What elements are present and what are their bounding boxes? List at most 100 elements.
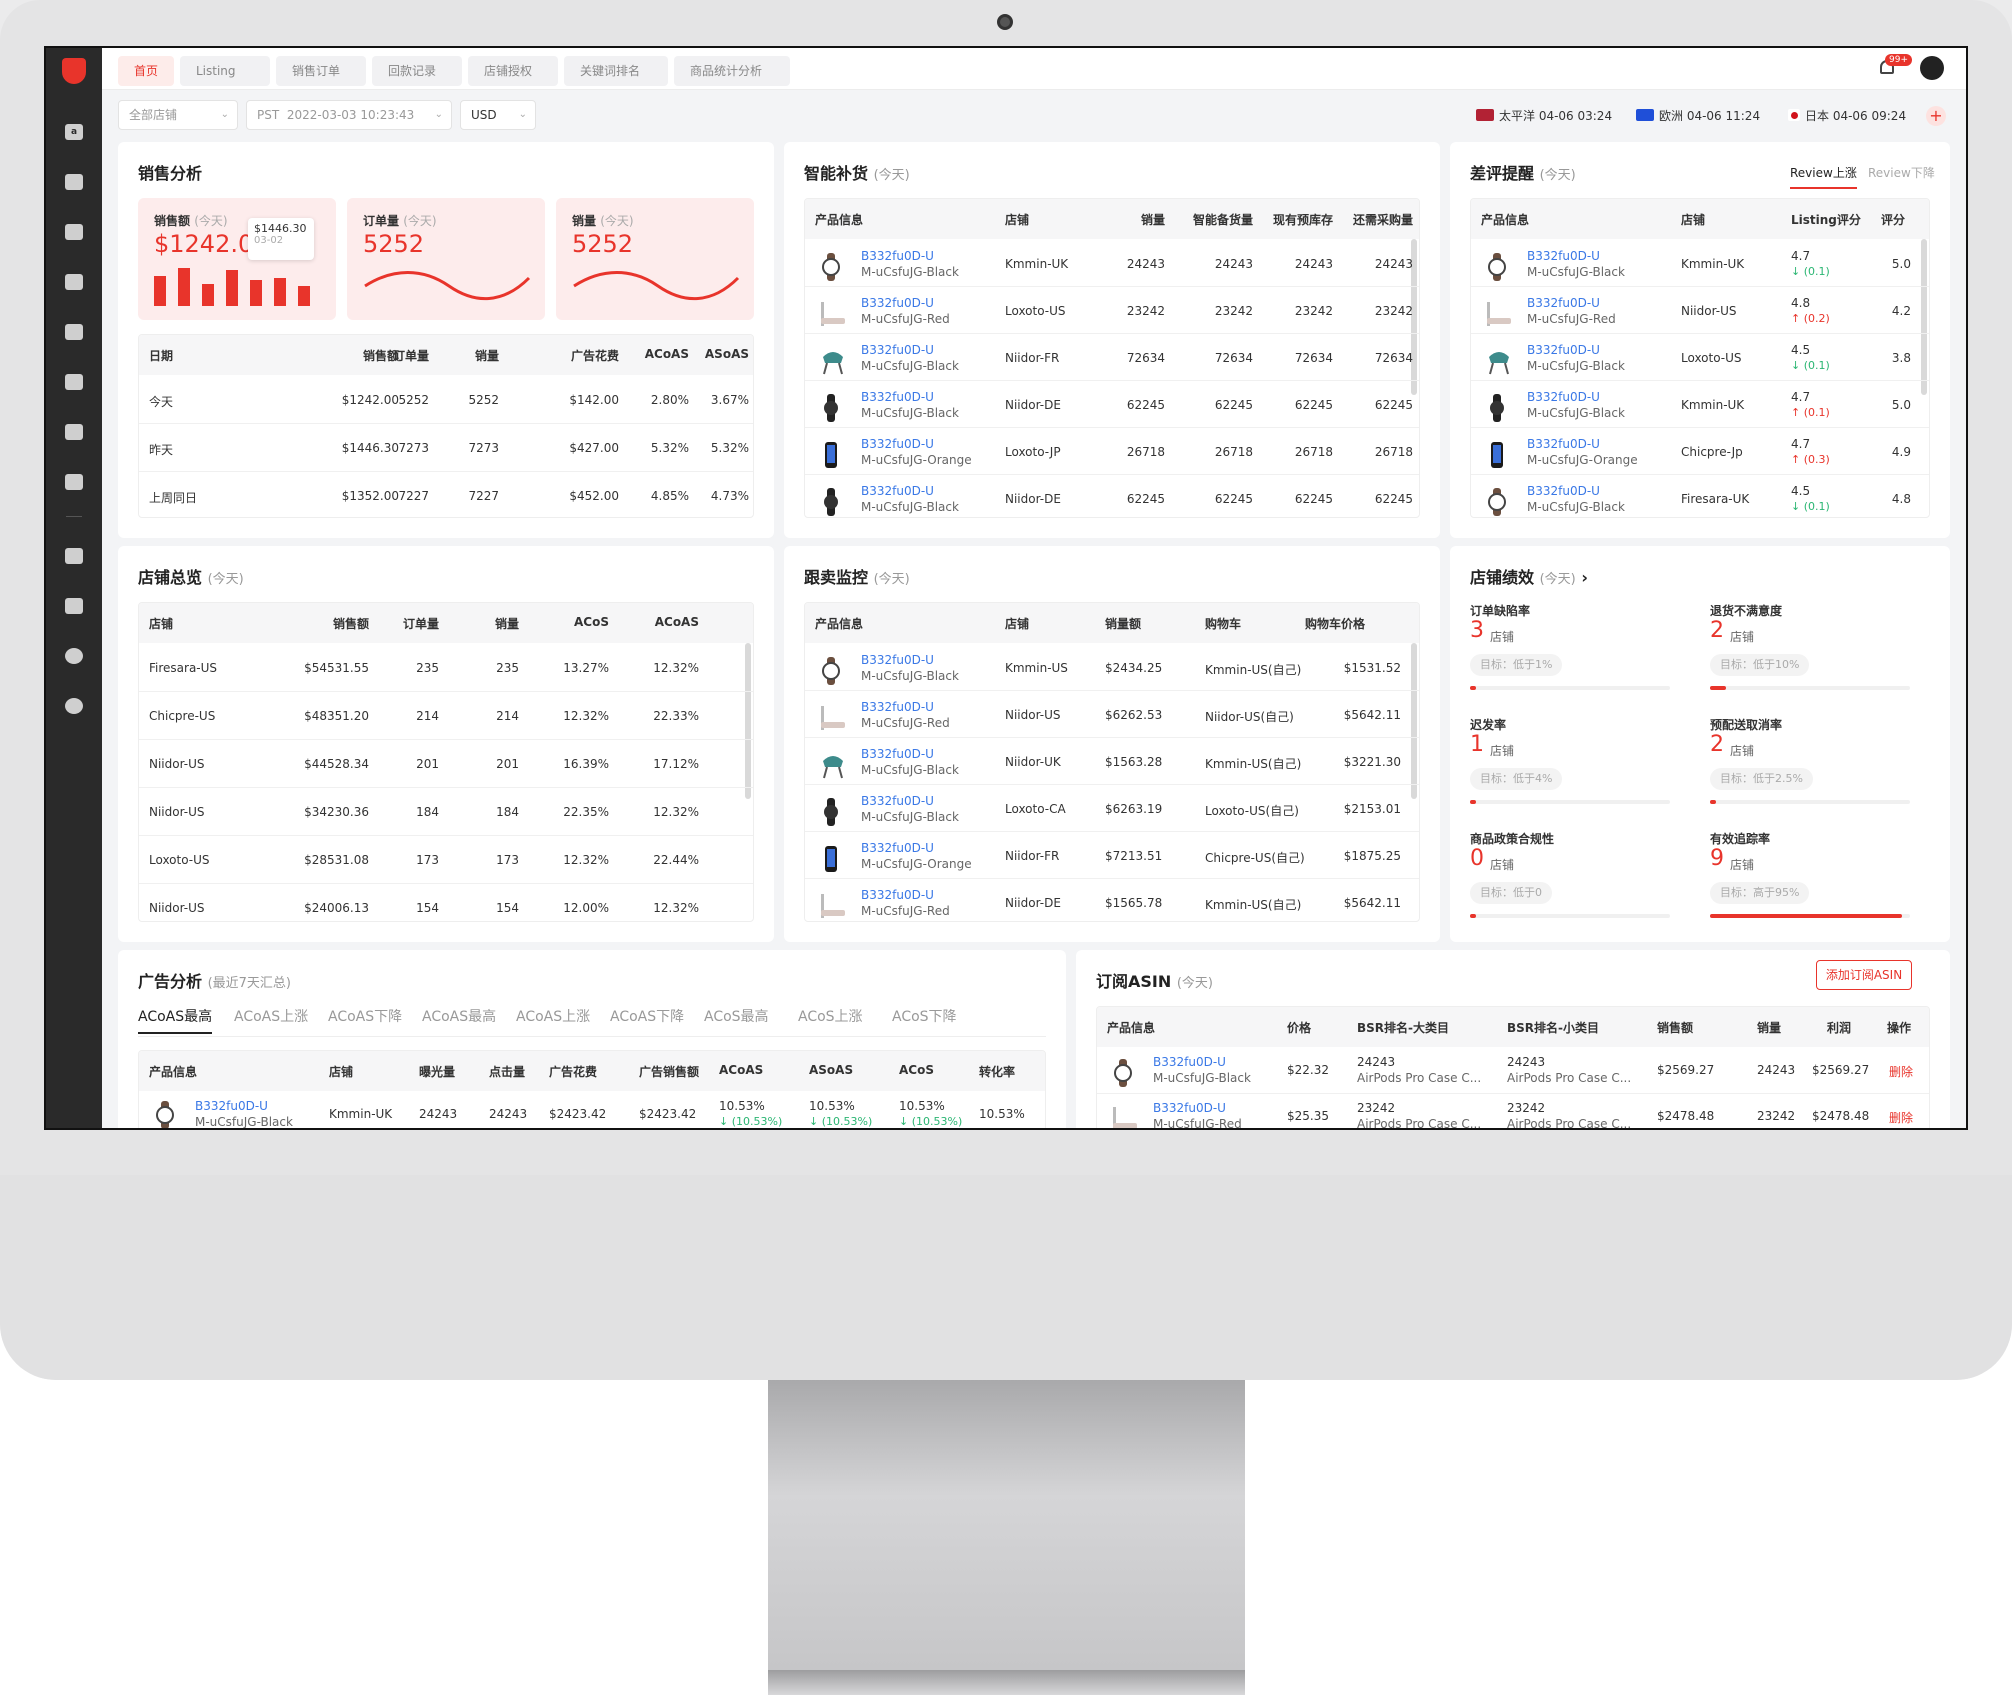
asin-link[interactable]: B332fu0D-U	[861, 841, 934, 855]
asin-link[interactable]: B332fu0D-U	[1527, 343, 1600, 357]
delete-link[interactable]: 删除	[1889, 1109, 1913, 1126]
asin-link[interactable]: B332fu0D-U	[1527, 390, 1600, 404]
asin-link[interactable]: B332fu0D-U	[1527, 437, 1600, 451]
mini-bar	[178, 268, 190, 306]
timezone-value: PST	[257, 108, 280, 122]
product-thumbnail	[1485, 300, 1511, 326]
ads-tab[interactable]: ACoAS最高	[422, 1006, 496, 1026]
scrollbar[interactable]	[745, 643, 751, 799]
box-icon[interactable]	[65, 548, 83, 564]
sale-icon[interactable]	[65, 224, 83, 240]
asin-link[interactable]: B332fu0D-U	[1527, 296, 1600, 310]
asin-link[interactable]: B332fu0D-U	[861, 343, 934, 357]
mail-icon[interactable]	[65, 474, 83, 490]
ads-tab[interactable]: ACoAS下降	[328, 1006, 402, 1026]
asin-link[interactable]: B332fu0D-U	[861, 296, 934, 310]
asin-link[interactable]: B332fu0D-U	[195, 1099, 268, 1113]
table-cell: 13.27%	[563, 661, 609, 675]
clock-japan: 日本 04-06 09:24	[1788, 106, 1906, 126]
tab-home[interactable]: 首页	[118, 56, 174, 86]
follow-table: 产品信息 店铺 销量额 购物车 购物车价格 B332fu0D-U M-uCsfuJG-Bla…	[804, 602, 1420, 922]
stores-panel: 店铺总览 (今天) 店铺 销售额 订单量 销量 ACoS ACoAS Firesara-US…	[118, 546, 774, 942]
asin-link[interactable]: B332fu0D-U	[1153, 1101, 1226, 1115]
ad-icon[interactable]	[65, 274, 83, 290]
tab-review-up[interactable]: Review上涨	[1790, 164, 1857, 189]
score-cell: 4.9	[1891, 445, 1911, 459]
tab-listing[interactable]: Listing	[180, 56, 270, 86]
avatar[interactable]	[1920, 56, 1944, 80]
asin-link[interactable]: B332fu0D-U	[861, 794, 934, 808]
delete-link[interactable]: 删除	[1889, 1063, 1913, 1080]
store-select-value: 全部店铺	[129, 108, 178, 122]
row-divider	[805, 737, 1419, 738]
product-thumbnail	[1485, 347, 1509, 375]
asin-link[interactable]: B332fu0D-U	[1153, 1055, 1226, 1069]
bag-icon[interactable]	[65, 174, 83, 190]
asin-link[interactable]: B332fu0D-U	[861, 437, 934, 451]
tab-keyword-rank[interactable]: 关键词排名	[564, 56, 668, 86]
progress-fill	[1470, 914, 1476, 918]
ads-tab[interactable]: ACoS最高	[704, 1006, 769, 1026]
amazon-icon[interactable]: a	[65, 124, 83, 140]
asin-link[interactable]: B332fu0D-U	[861, 484, 934, 498]
asin-link[interactable]: B332fu0D-U	[1527, 484, 1600, 498]
screen: a 首页 Listing 销售订单 回款记录 店铺授权 关键词排名 商品统计分析…	[44, 46, 1968, 1130]
add-clock-button[interactable]: +	[1926, 106, 1946, 126]
row-divider	[139, 471, 753, 472]
ads-tab[interactable]: ACoAS最高	[138, 1006, 213, 1034]
number-cell: 72634	[1126, 351, 1165, 365]
table-cell: 154	[496, 901, 519, 915]
asin-link[interactable]: B332fu0D-U	[861, 249, 934, 263]
asin-link[interactable]: B332fu0D-U	[861, 700, 934, 714]
sku-text: M-uCsfuJG-Black	[861, 359, 959, 373]
scrollbar[interactable]	[1411, 643, 1417, 799]
sales-panel: 销售分析 销售额 (今天) $1242.00 $1446.30 03-02 订单…	[118, 142, 774, 538]
sku-text: M-uCsfuJG-Black	[861, 406, 959, 420]
checklist-icon[interactable]	[65, 598, 83, 614]
pie-chart-icon[interactable]	[65, 648, 83, 664]
kpi-orders[interactable]: 订单量 (今天) 5252	[347, 198, 545, 320]
ads-tab[interactable]: ACoS下降	[892, 1006, 957, 1026]
store-cell: Niidor-DE	[1005, 896, 1061, 910]
store-select[interactable]: 全部店铺 ⌄	[118, 100, 238, 130]
tab-product-stats[interactable]: 商品统计分析	[674, 56, 790, 86]
stores-table: 店铺 销售额 订单量 销量 ACoS ACoAS Firesara-US $54531.55 2…	[138, 602, 754, 922]
kpi-quantity[interactable]: 销量 (今天) 5252	[556, 198, 754, 320]
kpi-sales[interactable]: 销售额 (今天) $1242.00 $1446.30 03-02	[138, 198, 336, 320]
table-cell: 184	[416, 805, 439, 819]
metric-unit: 店铺	[1730, 858, 1755, 872]
scrollbar[interactable]	[1921, 239, 1927, 395]
asin-link[interactable]: B332fu0D-U	[1527, 249, 1600, 263]
table-cell: 12.32%	[653, 901, 699, 915]
cart-icon[interactable]	[65, 324, 83, 340]
gear-icon[interactable]	[65, 698, 83, 714]
ads-tab[interactable]: ACoS上涨	[798, 1006, 863, 1026]
target-pill: 目标：低于1%	[1470, 654, 1563, 676]
table-cell: $34230.36	[304, 805, 369, 819]
ads-tab[interactable]: ACoAS下降	[610, 1006, 684, 1026]
currency-select[interactable]: USD ⌄	[460, 100, 536, 130]
ads-tab[interactable]: ACoAS上涨	[234, 1006, 308, 1026]
add-subscription-button[interactable]: 添加订阅ASIN	[1816, 960, 1912, 990]
ads-tab[interactable]: ACoAS上涨	[516, 1006, 590, 1026]
truck-icon[interactable]	[65, 424, 83, 440]
impressions-cell: 24243	[419, 1107, 458, 1121]
tab-sales-orders[interactable]: 销售订单	[276, 56, 366, 86]
asin-link[interactable]: B332fu0D-U	[861, 390, 934, 404]
amount-cell: $7213.51	[1105, 849, 1163, 863]
tab-store-auth[interactable]: 店铺授权	[468, 56, 558, 86]
asin-link[interactable]: B332fu0D-U	[861, 747, 934, 761]
tab-review-down[interactable]: Review下降	[1868, 164, 1935, 181]
number-cell: 23242	[1214, 304, 1253, 318]
store-icon[interactable]	[65, 374, 83, 390]
tab-payment-records[interactable]: 回款记录	[372, 56, 462, 86]
sidebar: a	[46, 48, 102, 1128]
column-header: 产品信息	[1107, 1021, 1156, 1035]
performance-title[interactable]: 店铺绩效 (今天) ›	[1470, 564, 1588, 588]
column-header: ASoAS	[704, 347, 749, 361]
store-cell: Niidor-FR	[1005, 351, 1060, 365]
asin-link[interactable]: B332fu0D-U	[861, 653, 934, 667]
datetime-select[interactable]: PST 2022-03-03 10:23:43 ⌄	[246, 100, 452, 130]
asin-link[interactable]: B332fu0D-U	[861, 888, 934, 902]
column-header: 操作	[1887, 1021, 1912, 1035]
